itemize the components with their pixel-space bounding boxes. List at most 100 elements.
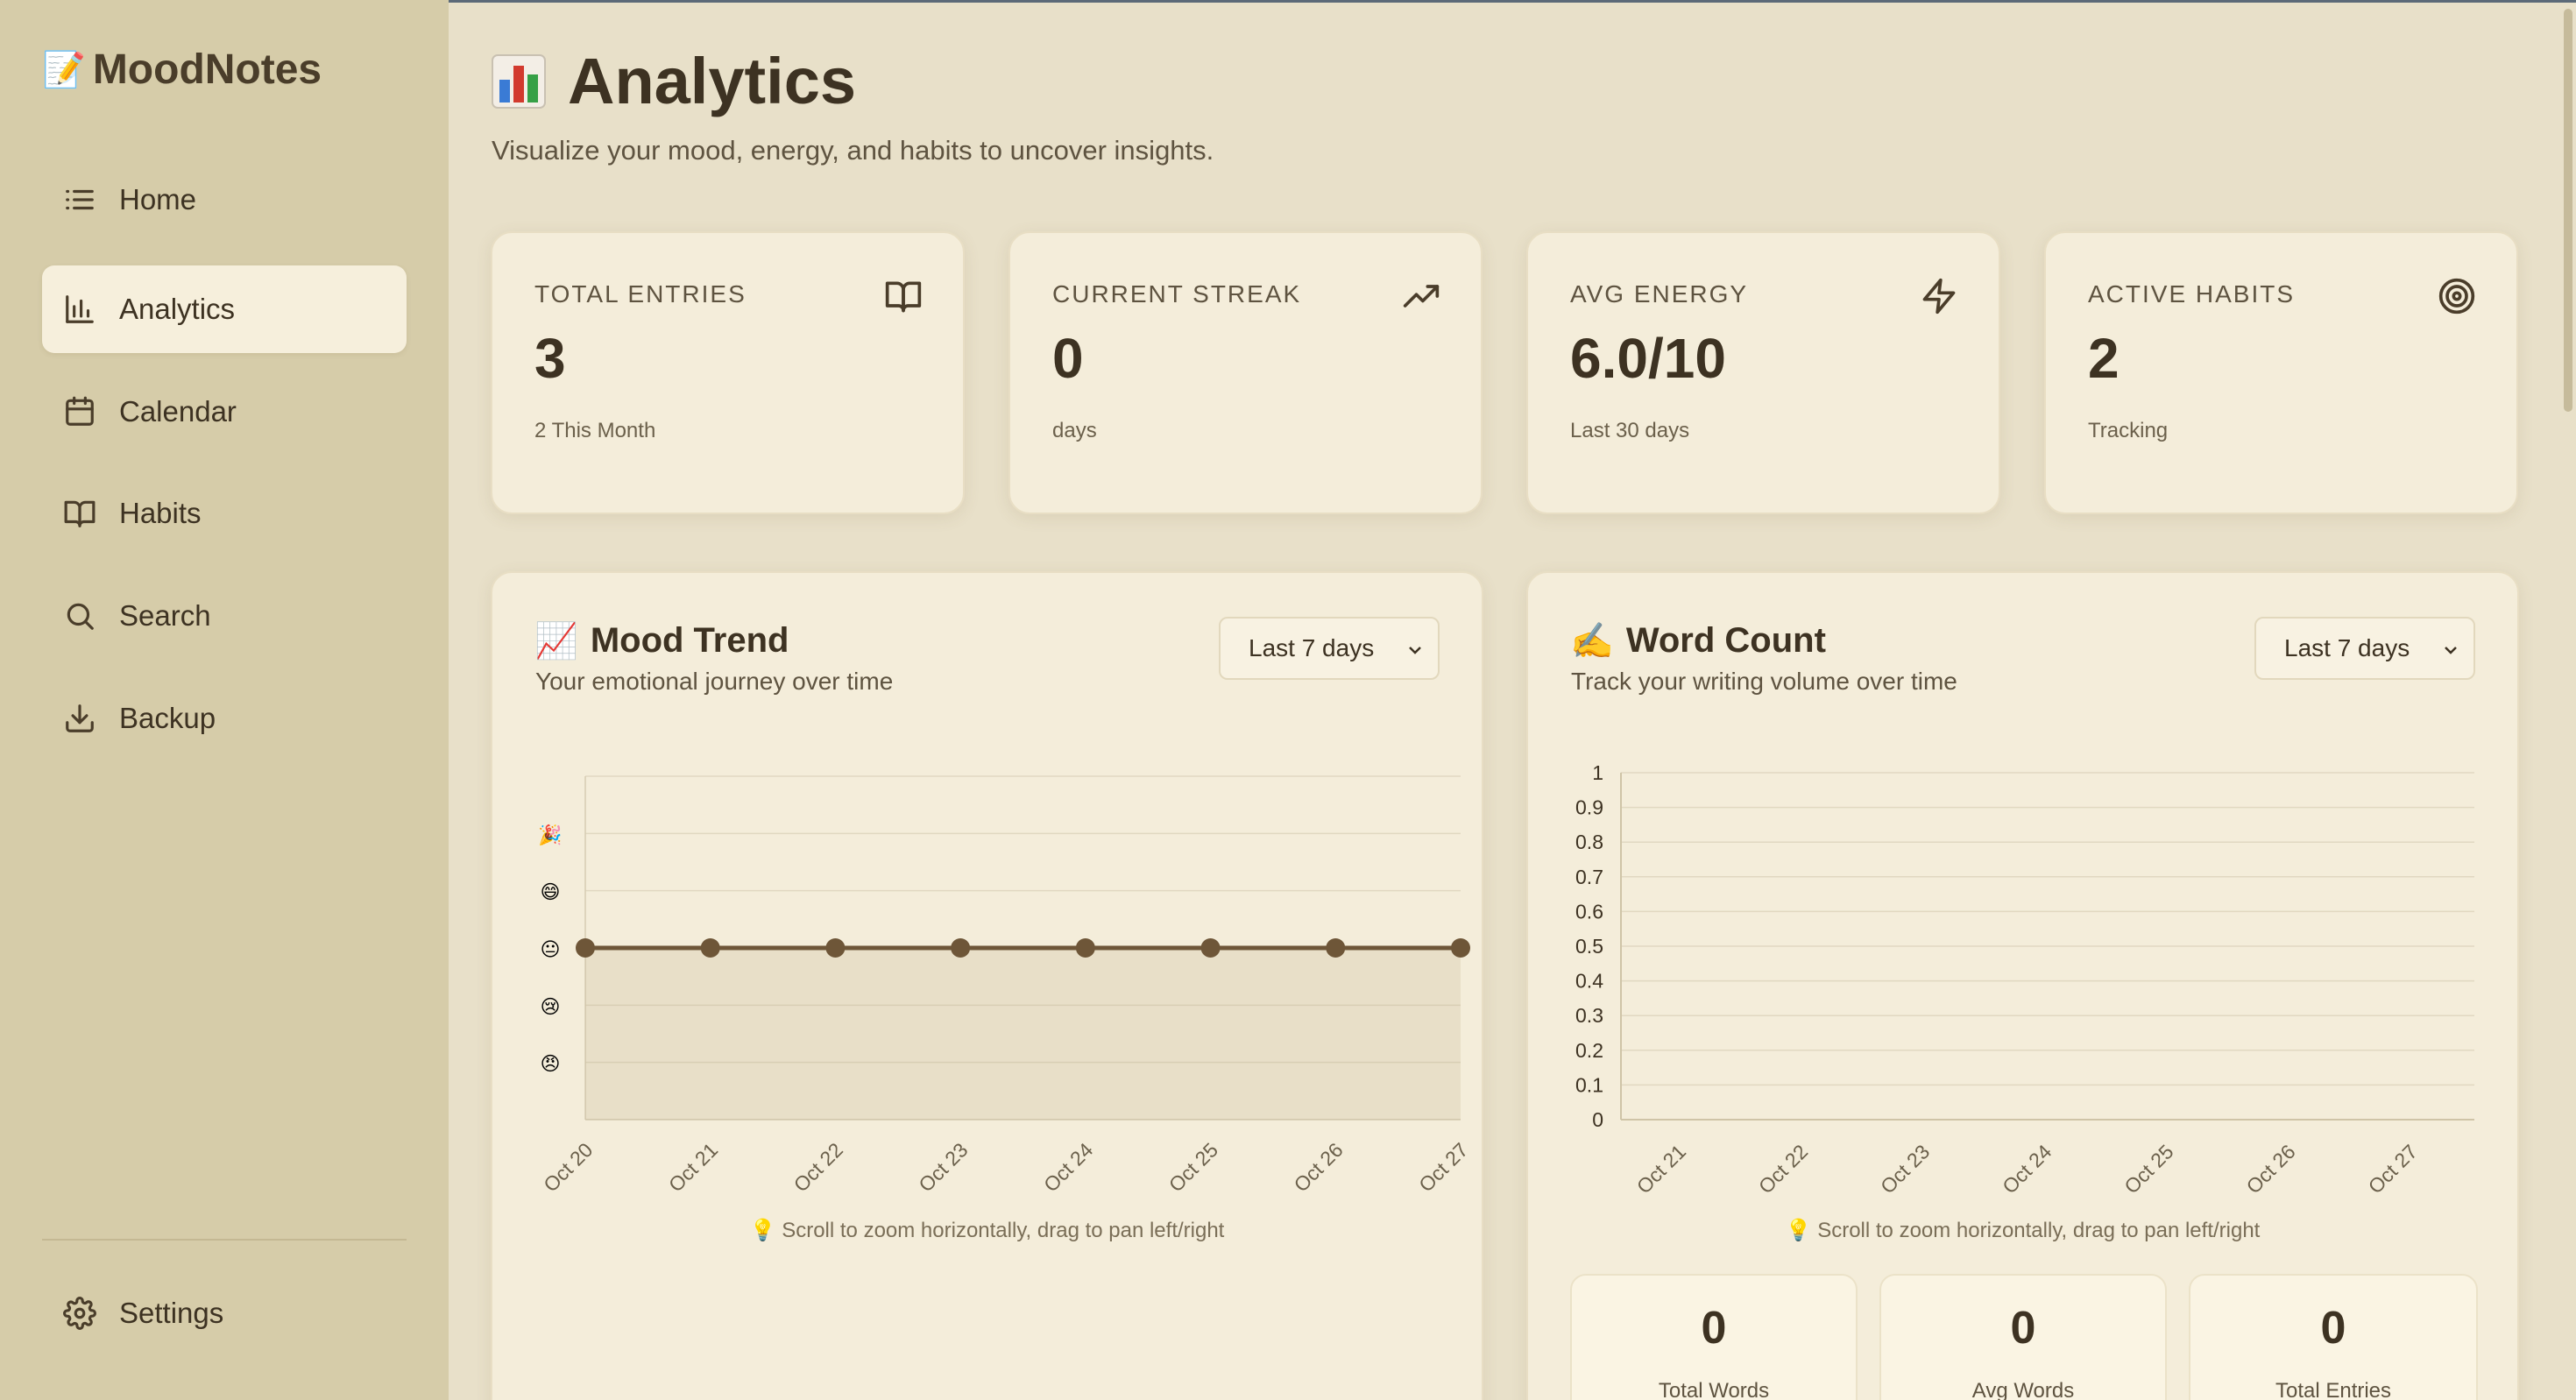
y-tick-label: 😢	[541, 995, 561, 1017]
y-tick-label: 0.8	[1575, 831, 1603, 853]
page-subtitle: Visualize your mood, energy, and habits …	[492, 135, 1214, 166]
book-icon	[885, 281, 922, 313]
gear-icon	[63, 1297, 96, 1330]
stat-label: AVG ENERGY	[1570, 280, 1749, 308]
y-tick-label: 😐	[541, 938, 561, 960]
y-tick-label: 0.5	[1575, 935, 1603, 958]
y-tick-label: 0.4	[1575, 970, 1603, 993]
stat-sub: days	[1052, 419, 1097, 442]
x-tick-label: Oct 27	[1414, 1138, 1472, 1196]
y-tick-label: 0.9	[1575, 796, 1603, 819]
x-tick-label: Oct 25	[2120, 1140, 2177, 1198]
y-tick-label: 1	[1592, 761, 1603, 784]
trending-up-icon	[1403, 285, 1440, 308]
mood-point	[1200, 938, 1221, 958]
sidebar-item-home[interactable]: Home	[42, 156, 407, 244]
y-tick-label: 0	[1592, 1108, 1603, 1131]
zoom-hint: 💡 Scroll to zoom horizontally, drag to p…	[1785, 1219, 2261, 1242]
stat-sub: Last 30 days	[1570, 419, 1690, 442]
stat-sub: Tracking	[2088, 419, 2169, 442]
main-content: Analytics Visualize your mood, energy, a…	[449, 0, 2576, 1400]
x-tick-label: Oct 20	[539, 1138, 597, 1196]
sidebar: 📝 MoodNotes Home Analytics Calendar Habi…	[0, 0, 449, 1400]
search-icon	[67, 603, 94, 630]
page-title: Analytics	[491, 44, 856, 118]
x-tick-label: Oct 23	[1876, 1140, 1934, 1198]
bar-chart-icon	[66, 295, 94, 323]
summary-label: Total Entries	[2275, 1379, 2392, 1400]
x-tick-label: Oct 24	[1039, 1138, 1097, 1196]
x-tick-label: Oct 21	[664, 1138, 722, 1196]
stat-value: 2	[2088, 327, 2120, 390]
summary-card-total-entries: 0 Total Entries	[2189, 1274, 2478, 1400]
summary-label: Total Words	[1658, 1379, 1770, 1400]
mood-point	[951, 938, 971, 958]
x-tick-label: Oct 21	[1632, 1140, 1690, 1198]
x-tick-label: Oct 23	[914, 1138, 972, 1196]
word-count-panel: ✍️ Word Count Track your writing volume …	[1526, 571, 2519, 1400]
summary-value: 0	[1701, 1303, 1727, 1354]
y-tick-label: 0.7	[1575, 866, 1603, 888]
y-tick-label: 🎉	[538, 824, 562, 846]
brand-name: MoodNotes	[92, 46, 322, 93]
page-scrollbar[interactable]	[2555, 0, 2576, 1400]
stat-sub: 2 This Month	[534, 419, 656, 442]
summary-label: Avg Words	[1971, 1379, 2075, 1400]
sidebar-item-search[interactable]: Search	[42, 572, 407, 660]
stat-label: ACTIVE HABITS	[2088, 280, 2296, 308]
sidebar-item-label: Settings	[119, 1297, 224, 1329]
sidebar-item-calendar[interactable]: Calendar	[42, 368, 407, 456]
y-tick-label: 0.3	[1575, 1004, 1603, 1027]
sidebar-item-settings[interactable]: Settings	[42, 1269, 407, 1357]
mood-trend-panel: 📈 Mood Trend Your emotional journey over…	[491, 571, 1483, 1400]
brand-memo-icon: 📝	[42, 51, 86, 89]
summary-card-avg-words: 0 Avg Words	[1879, 1274, 2167, 1400]
list-icon	[66, 189, 94, 210]
sidebar-item-label: Habits	[119, 497, 202, 529]
x-tick-label: Oct 22	[789, 1138, 847, 1196]
sidebar-item-label: Backup	[119, 702, 216, 734]
summary-value: 0	[2320, 1303, 2346, 1354]
mood-point	[1075, 938, 1095, 958]
brand[interactable]: 📝 MoodNotes	[42, 46, 322, 94]
x-tick-label: Oct 25	[1164, 1138, 1222, 1196]
x-tick-label: Oct 24	[1998, 1140, 2056, 1198]
y-tick-label: 0.6	[1575, 900, 1603, 923]
x-tick-label: Oct 22	[1754, 1140, 1812, 1198]
target-icon	[2438, 278, 2475, 315]
x-tick-label: Oct 27	[2364, 1140, 2422, 1198]
mood-trend-chart[interactable]: 😠 😢 😐 😄 🎉 Oct 20 Oct 21 Oct 22 Oct 23 Oct 24 Oct 2…	[492, 573, 1485, 1239]
sidebar-item-analytics[interactable]: Analytics	[42, 265, 407, 353]
stat-label: TOTAL ENTRIES	[534, 280, 747, 308]
stat-card-active-habits: ACTIVE HABITS 2 Tracking	[2044, 231, 2518, 514]
book-icon	[64, 500, 96, 527]
summary-value: 0	[2010, 1303, 2036, 1354]
stat-card-avg-energy: AVG ENERGY 6.0/10 Last 30 days	[1526, 231, 2000, 514]
sidebar-item-backup[interactable]: Backup	[42, 675, 407, 762]
bar-chart-emoji-icon	[492, 53, 546, 109]
sidebar-divider	[42, 1239, 407, 1241]
x-tick-label: Oct 26	[2241, 1140, 2299, 1198]
stat-value: 3	[534, 327, 566, 390]
mood-point	[1451, 938, 1470, 958]
scrollbar-thumb[interactable]	[2564, 9, 2572, 412]
mood-point	[700, 938, 720, 958]
y-tick-label: 0.2	[1575, 1039, 1603, 1062]
zoom-hint: 💡 Scroll to zoom horizontally, drag to p…	[749, 1219, 1225, 1242]
calendar-icon	[66, 396, 94, 426]
y-tick-label: 😄	[541, 881, 561, 903]
summary-card-total-words: 0 Total Words	[1570, 1274, 1858, 1400]
sidebar-item-label: Analytics	[119, 293, 236, 325]
zap-icon	[1922, 278, 1956, 315]
sidebar-item-label: Calendar	[119, 395, 237, 428]
stat-card-total-entries: TOTAL ENTRIES 3 2 This Month	[491, 231, 965, 514]
word-count-chart[interactable]: 0 0.1 0.2 0.3 0.4 0.5 0.6 0.7 0.8 0.9 1 Oct 21 Oct 2…	[1528, 573, 2521, 1239]
download-icon	[66, 704, 94, 732]
mood-point	[825, 938, 846, 958]
y-tick-label: 😠	[541, 1053, 561, 1075]
sidebar-item-habits[interactable]: Habits	[42, 470, 407, 557]
stat-value: 0	[1052, 327, 1084, 390]
stat-value: 6.0/10	[1570, 327, 1726, 390]
stat-label: CURRENT STREAK	[1052, 280, 1302, 308]
stat-card-current-streak: CURRENT STREAK 0 days	[1008, 231, 1483, 514]
